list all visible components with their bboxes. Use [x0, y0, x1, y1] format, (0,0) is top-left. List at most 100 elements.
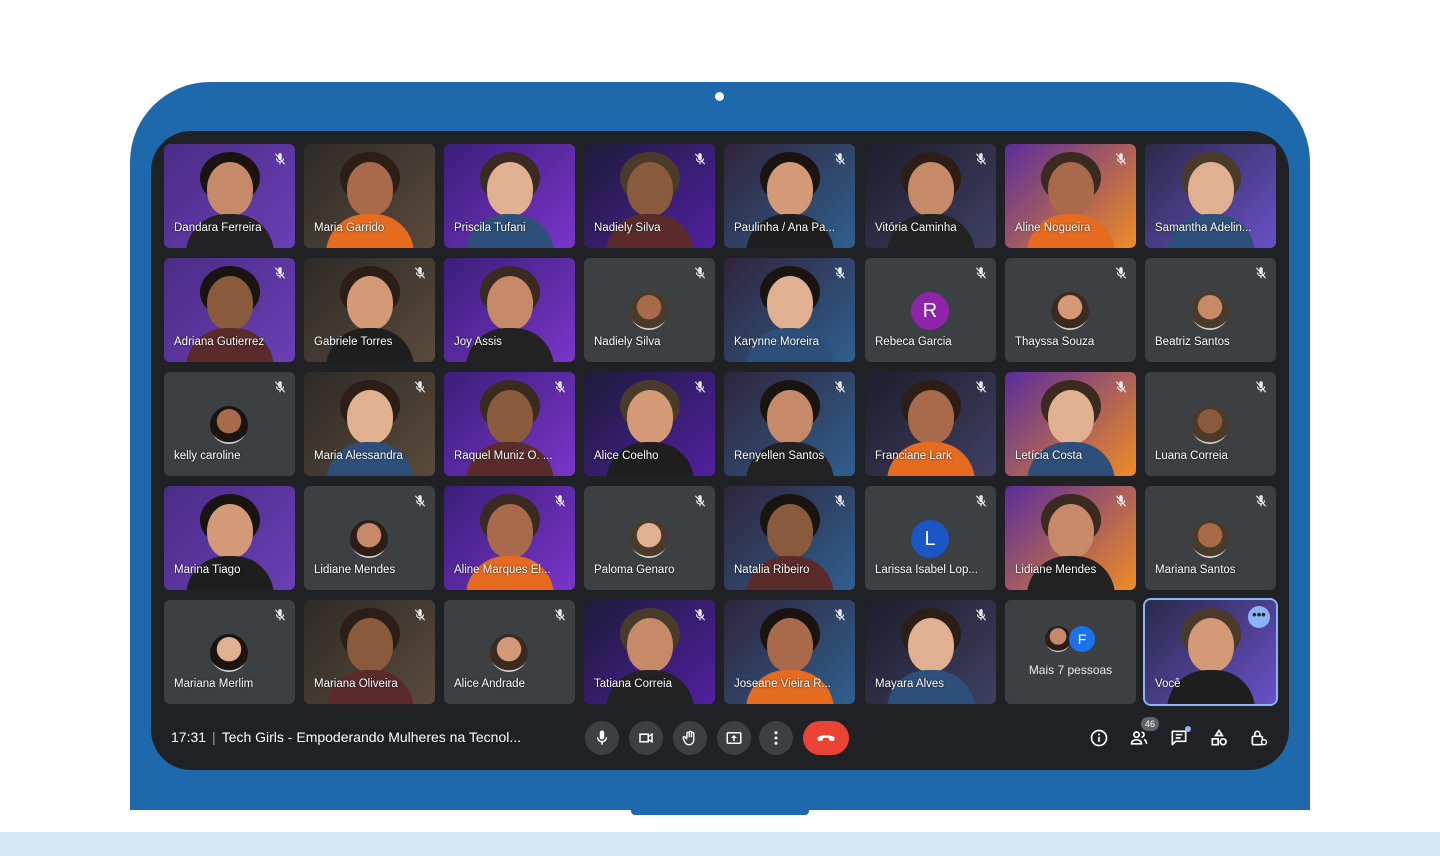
unread-dot [1185, 726, 1191, 732]
host-controls-button[interactable] [1247, 726, 1271, 750]
participant-tile[interactable]: Mayara Alves [865, 600, 996, 704]
participant-name: Paulinha / Ana Pa... [734, 222, 836, 234]
participant-tile[interactable]: Maria Alessandra [304, 372, 435, 476]
participant-tile[interactable]: Franciane Lark [865, 372, 996, 476]
chat-button[interactable] [1167, 726, 1191, 750]
participant-tile[interactable]: Thayssa Souza [1005, 258, 1136, 362]
video-feed-face [767, 390, 813, 444]
participant-name: Larissa Isabel Lop... [875, 564, 978, 576]
avatar [630, 520, 668, 558]
mic-off-icon [414, 381, 426, 393]
participant-tile[interactable]: Joy Assis [444, 258, 575, 362]
avatar [1191, 292, 1229, 330]
participant-tile[interactable]: Mariana Merlim [164, 600, 295, 704]
mic-off-icon [694, 381, 706, 393]
participant-tile[interactable]: Renyellen Santos [724, 372, 855, 476]
mic-off-icon [1115, 495, 1127, 507]
participant-name: Alice Andrade [454, 678, 525, 690]
participant-tile[interactable]: Aline Nogueira [1005, 144, 1136, 248]
avatar [1191, 406, 1229, 444]
participant-name: Mariana Oliveira [314, 678, 398, 690]
leave-call-button[interactable] [803, 721, 849, 755]
mic-off-icon [834, 495, 846, 507]
mic-off-icon [414, 267, 426, 279]
participant-name: Beatriz Santos [1155, 336, 1230, 348]
video-feed-face [207, 276, 253, 330]
participant-tile[interactable]: Adriana Gutierrez [164, 258, 295, 362]
more-options-button[interactable] [759, 721, 793, 755]
mic-off-icon [274, 381, 286, 393]
participant-tile[interactable]: Gabriele Torres [304, 258, 435, 362]
self-options-button[interactable]: ••• [1248, 606, 1270, 628]
participant-name: Paloma Genaro [594, 564, 675, 576]
participant-tile[interactable]: Aline Marques El... [444, 486, 575, 590]
participant-name: Thayssa Souza [1015, 336, 1095, 348]
avatar [1045, 626, 1071, 652]
avatar [350, 520, 388, 558]
participant-tile[interactable]: Nadiely Silva [584, 258, 715, 362]
mic-off-icon [554, 381, 566, 393]
participant-tile[interactable]: L Larissa Isabel Lop... [865, 486, 996, 590]
participant-tile[interactable]: kelly caroline [164, 372, 295, 476]
participant-tile[interactable]: Letícia Costa [1005, 372, 1136, 476]
activities-button[interactable] [1207, 726, 1231, 750]
video-feed-face [347, 618, 393, 672]
participant-name: Mayara Alves [875, 678, 945, 690]
present-button[interactable] [717, 721, 751, 755]
participant-tile[interactable]: Raquel Muniz O. ... [444, 372, 575, 476]
video-feed-face [908, 162, 954, 216]
people-button[interactable]: 46 [1127, 717, 1159, 750]
camera-button[interactable] [629, 721, 663, 755]
video-feed-face [487, 504, 533, 558]
participant-tile[interactable]: Natalia Ribeiro [724, 486, 855, 590]
more-people-label: Mais 7 pessoas [1028, 663, 1113, 677]
avatar [630, 292, 668, 330]
participant-tile[interactable]: Paloma Genaro [584, 486, 715, 590]
participant-tile[interactable]: Beatriz Santos [1145, 258, 1276, 362]
participant-tile[interactable]: Luana Correia [1145, 372, 1276, 476]
mic-off-icon [975, 381, 987, 393]
meeting-details-button[interactable] [1087, 726, 1111, 750]
participant-tile[interactable]: Tatiana Correia [584, 600, 715, 704]
mic-off-icon [274, 153, 286, 165]
raise-hand-button[interactable] [673, 721, 707, 755]
video-feed-face [767, 162, 813, 216]
end-call-icon [817, 735, 835, 742]
participant-tile[interactable]: Karynne Moreira [724, 258, 855, 362]
participant-tile[interactable]: Maria Garrido [304, 144, 435, 248]
participant-tile[interactable]: Dandara Ferreira [164, 144, 295, 248]
participant-tile[interactable]: Marina Tiago [164, 486, 295, 590]
video-feed-face [487, 276, 533, 330]
video-feed-face [767, 276, 813, 330]
mic-off-icon [274, 609, 286, 621]
participant-tile[interactable]: Vitória Caminha [865, 144, 996, 248]
participant-tile[interactable]: Alice Coelho [584, 372, 715, 476]
participant-tile[interactable]: Alice Andrade [444, 600, 575, 704]
participant-tile[interactable]: R Rebeca Garcia [865, 258, 996, 362]
participant-tile[interactable]: Lidiane Mendes [1005, 486, 1136, 590]
participant-name: Nadiely Silva [594, 222, 661, 234]
participant-name: Marina Tiago [174, 564, 241, 576]
participant-tile[interactable]: Paulinha / Ana Pa... [724, 144, 855, 248]
participant-tile[interactable]: Nadiely Silva [584, 144, 715, 248]
participant-name: Aline Marques El... [454, 564, 551, 576]
participant-tile[interactable]: Joseane Vieira R... [724, 600, 855, 704]
participant-name: Luana Correia [1155, 450, 1228, 462]
participant-name: Natalia Ribeiro [734, 564, 810, 576]
video-feed-face [767, 618, 813, 672]
self-tile[interactable]: Você ••• [1143, 598, 1278, 706]
participant-tile[interactable]: Priscila Tufani [444, 144, 575, 248]
present-screen-icon [726, 732, 742, 744]
participant-name: Mariana Merlim [174, 678, 254, 690]
participant-tile[interactable]: Mariana Santos [1145, 486, 1276, 590]
mic-button[interactable] [585, 721, 619, 755]
participant-tile[interactable]: Mariana Oliveira [304, 600, 435, 704]
more-people-tile[interactable]: F Mais 7 pessoas [1005, 600, 1136, 704]
mic-off-icon [694, 495, 706, 507]
info-icon [1090, 729, 1108, 747]
mic-off-icon [975, 267, 987, 279]
participant-tile[interactable]: Lidiane Mendes [304, 486, 435, 590]
more-options-icon [774, 731, 778, 745]
participant-name: Rebeca Garcia [875, 336, 952, 348]
participant-tile[interactable]: Samantha Adelin... [1145, 144, 1276, 248]
